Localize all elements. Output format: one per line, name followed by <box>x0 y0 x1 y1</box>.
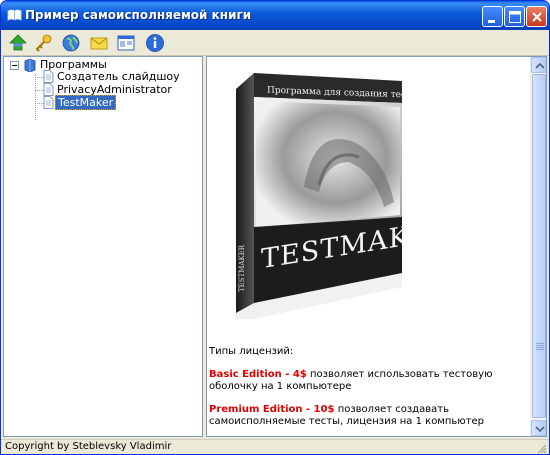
collapse-toggle[interactable] <box>10 61 19 70</box>
thumb-grip <box>536 345 544 346</box>
copyright-text: Copyright by Steblevsky Vladimir <box>5 441 172 452</box>
premium-edition-paragraph: Premium Edition - 10$ позволяет создават… <box>209 404 527 428</box>
key-button[interactable] <box>33 32 55 54</box>
globe-icon <box>62 34 80 52</box>
basic-edition-name: Basic Edition - 4$ <box>209 369 307 380</box>
chevron-up-icon <box>535 62 545 69</box>
tree-pane[interactable]: Программы Создатель слайдшоу PrivacyAdmi… <box>3 56 203 437</box>
chevron-down-icon <box>535 426 545 433</box>
scroll-down-button[interactable] <box>531 420 546 436</box>
document-icon <box>43 70 54 83</box>
thumb-grip <box>536 343 544 344</box>
thumb-grip <box>536 349 544 350</box>
app-window: Пример самоисполняемой книги Программы С… <box>0 0 550 455</box>
thumb-grip <box>536 347 544 348</box>
scroll-thumb[interactable] <box>532 74 546 418</box>
close-icon <box>532 12 542 22</box>
window-list-button[interactable] <box>115 32 137 54</box>
document-icon <box>43 96 54 109</box>
vertical-scrollbar[interactable] <box>530 57 546 436</box>
window-title: Пример самоисполняемой книги <box>25 8 252 22</box>
license-text: Типы лицензий: Basic Edition - 4$ позвол… <box>207 346 527 436</box>
licenses-heading: Типы лицензий: <box>209 346 294 357</box>
box-side-caption: TESTMAKER <box>238 244 246 292</box>
tree-item-slideshow[interactable]: Создатель слайдшоу <box>57 70 180 83</box>
document-icon <box>43 83 54 96</box>
product-box-image <box>236 73 402 319</box>
book-icon <box>7 9 22 21</box>
home-up-icon <box>9 34 27 51</box>
content-pane: Программа для создания тестов TESTMAKER … <box>206 56 547 437</box>
blue-book-icon <box>24 58 36 72</box>
home-up-button[interactable] <box>7 32 29 54</box>
minimize-icon <box>488 20 495 23</box>
maximize-icon <box>509 11 521 23</box>
basic-edition-paragraph: Basic Edition - 4$ позволяет использоват… <box>209 369 527 393</box>
premium-edition-name: Premium Edition - 10$ <box>209 404 335 415</box>
info-icon <box>146 34 164 52</box>
resize-grip-icon[interactable] <box>535 442 547 454</box>
status-bar: Copyright by Steblevsky Vladimir <box>1 439 549 454</box>
scroll-up-button[interactable] <box>531 57 546 73</box>
minimize-button[interactable] <box>482 6 503 27</box>
maximize-button[interactable] <box>504 6 525 27</box>
envelope-button[interactable] <box>88 32 110 54</box>
tree-item-testmaker[interactable]: TestMaker <box>55 95 117 110</box>
globe-button[interactable] <box>60 32 82 54</box>
tree-connector <box>35 74 36 120</box>
envelope-icon <box>90 37 108 50</box>
toolbar <box>1 30 549 56</box>
window-list-icon <box>117 35 135 51</box>
info-button[interactable] <box>144 32 166 54</box>
key-icon <box>35 34 52 52</box>
title-bar[interactable]: Пример самоисполняемой книги <box>1 1 549 30</box>
close-button[interactable] <box>526 6 547 27</box>
